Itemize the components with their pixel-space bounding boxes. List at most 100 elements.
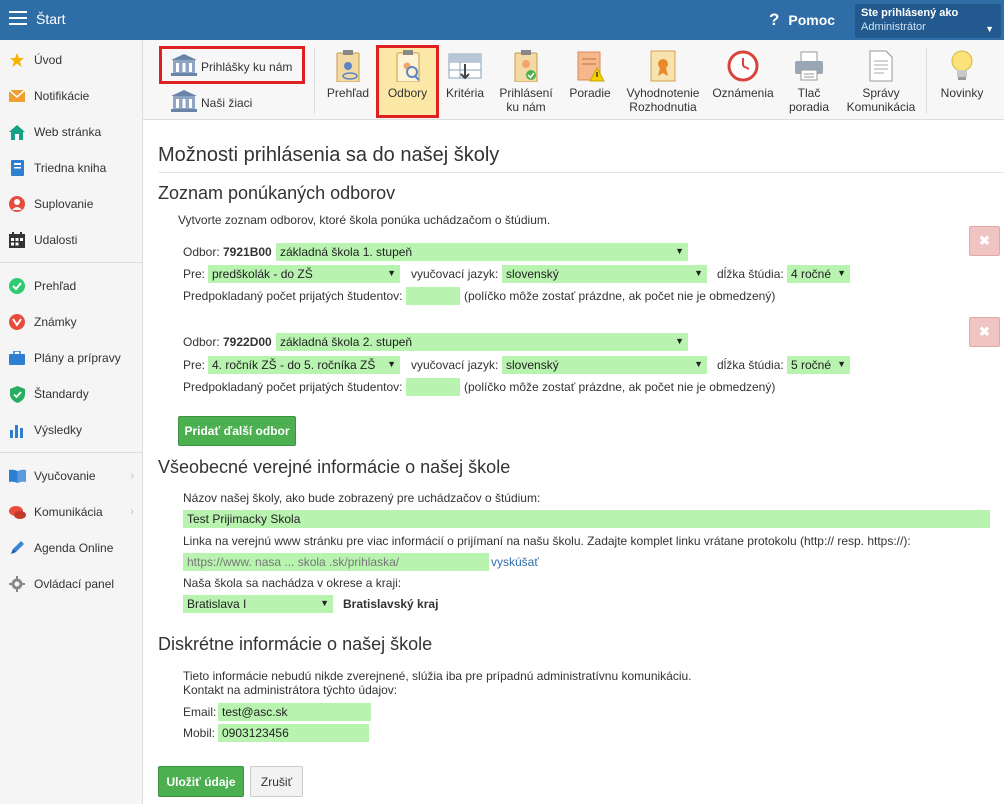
printer-icon (793, 50, 825, 82)
pre-label: Pre: (183, 267, 206, 281)
sidebar-item-label: Štandardy (34, 387, 89, 401)
chat-bubbles-icon (8, 503, 26, 521)
sidebar-item-triedna-kniha[interactable]: Triedna kniha (0, 150, 142, 186)
sidebar-item-label: Plány a prípravy (34, 351, 121, 365)
clipboard-check-icon (513, 50, 539, 83)
delete-odbor-button[interactable]: ✖ (969, 317, 1000, 347)
length-select[interactable]: 5 ročné (787, 356, 850, 374)
sidebar-item-uvod[interactable]: Úvod (0, 42, 142, 78)
sidebar-item-ovladaci-panel[interactable]: Ovládací panel (0, 566, 142, 602)
sidebar-item-vyucovanie[interactable]: Vyučovanie › (0, 458, 142, 494)
count-input[interactable] (406, 378, 460, 396)
sidebar-item-label: Suplovanie (34, 197, 94, 211)
cancel-button[interactable]: Zrušiť (250, 766, 303, 797)
toolbar-label: poradia (788, 100, 830, 114)
toolbar-vyhodnotenie-button[interactable]: Vyhodnotenie Rozhodnutia (622, 50, 704, 114)
sidebar-item-standardy[interactable]: Štandardy (0, 376, 142, 412)
user-menu[interactable]: Ste prihlásený ako Administrátor ▼ (855, 4, 1001, 38)
link-input[interactable]: https://www. nasa ... skola .sk/prihlask… (183, 553, 489, 571)
add-odbor-button[interactable]: Pridať ďalší odbor (178, 416, 296, 446)
link-label: Linka na verejnú www stránku pre viac in… (183, 534, 911, 548)
pre-label: Pre: (183, 358, 206, 372)
mobile-input[interactable]: 0903123456 (218, 724, 369, 742)
language-label: vyučovací jazyk: (411, 358, 499, 372)
toolbar-odbory-button[interactable]: Odbory (379, 50, 436, 100)
email-input[interactable]: test@asc.sk (218, 703, 371, 721)
toolbar-label: ku nám (506, 100, 546, 114)
toolbar-prihlaseni-button[interactable]: Prihlásení ku nám (496, 50, 556, 114)
language-select[interactable]: slovenský (502, 265, 707, 283)
odbor-name-select[interactable]: základná škola 1. stupeň (276, 243, 688, 261)
chevron-right-icon: › (130, 470, 134, 482)
school-name-input[interactable]: Test Prijimacky Skola (183, 510, 990, 528)
email-label: Email: (183, 705, 217, 719)
title-divider (158, 172, 1004, 173)
sidebar-item-label: Web stránka (34, 125, 102, 139)
sidebar-item-notifikacie[interactable]: Notifikácie (0, 78, 142, 114)
sidebar-item-udalosti[interactable]: Udalosti (0, 222, 142, 258)
toolbar-novinky-button[interactable]: Novinky (937, 50, 987, 100)
sidebar-item-plany[interactable]: Plány a prípravy (0, 340, 142, 376)
delete-odbor-button[interactable]: ✖ (969, 226, 1000, 256)
odbor-name-select[interactable]: základná škola 2. stupeň (276, 333, 688, 351)
sidebar-item-label: Ovládací panel (34, 577, 115, 591)
pre-select[interactable]: predškolák - do ZŠ (208, 265, 400, 283)
hamburger-menu-icon[interactable] (9, 11, 27, 25)
envelope-icon (8, 87, 26, 105)
bar-chart-icon (8, 421, 26, 439)
region-label: Naša škola sa nachádza v okrese a kraji: (183, 576, 402, 590)
try-link[interactable]: vyskúšať (491, 555, 539, 569)
toolbar-label: Komunikácia (846, 100, 916, 114)
briefcase-icon (8, 349, 26, 367)
count-hint: (políčko môže zostať prázdne, ak počet n… (464, 380, 776, 394)
help-button[interactable]: ? Pomoc (769, 10, 835, 30)
school-building-icon (171, 90, 197, 115)
sidebar-item-label: Úvod (34, 53, 63, 67)
sidebar-item-web-stranka[interactable]: Web stránka (0, 114, 142, 150)
clock-icon (727, 50, 759, 82)
toolbar-kriteria-button[interactable]: Kritéria (443, 50, 487, 100)
toolbar-oznamenia-button[interactable]: Oznámenia (711, 50, 775, 100)
nasi-ziaci-button[interactable]: Naši žiaci (171, 90, 252, 115)
sidebar-item-znamky[interactable]: Známky (0, 304, 142, 340)
toolbar-label: Odbory (387, 86, 428, 100)
check-circle-icon (8, 277, 26, 295)
toolbar-label: Tlač (797, 86, 821, 100)
prihlasky-label: Prihlášky ku nám (201, 59, 293, 74)
sidebar-item-label: Udalosti (34, 233, 78, 247)
prihlasky-ku-nam-button[interactable]: Prihlášky ku nám (171, 54, 292, 79)
document-warning-icon (575, 50, 605, 82)
sidebar-item-suplovanie[interactable]: Suplovanie (0, 186, 142, 222)
toolbar-prehlad-button[interactable]: Prehľad (325, 50, 371, 100)
top-bar: Štart ? Pomoc Ste prihlásený ako Adminis… (0, 0, 1004, 40)
language-select[interactable]: slovenský (502, 356, 707, 374)
toolbar-label: Rozhodnutia (629, 100, 697, 114)
sidebar-item-label: Známky (34, 315, 77, 329)
sidebar-item-komunikacia[interactable]: Komunikácia › (0, 494, 142, 530)
person-icon (8, 195, 26, 213)
pre-select[interactable]: 4. ročník ZŠ - do 5. ročníka ZŠ (208, 356, 400, 374)
clipboard-eye-icon (335, 50, 361, 83)
close-icon: ✖ (979, 233, 990, 248)
caret-down-icon: ▼ (985, 24, 994, 34)
toolbar-tlac-poradia-button[interactable]: Tlač poradia (786, 50, 832, 114)
home-icon (8, 123, 26, 141)
save-button[interactable]: Uložiť údaje (158, 766, 244, 797)
sidebar-item-agenda-online[interactable]: Agenda Online (0, 530, 142, 566)
toolbar-poradie-button[interactable]: Poradie (565, 50, 615, 100)
section-intro: Vytvorte zoznam odborov, ktoré škola pon… (178, 213, 551, 227)
length-label: dĺžka štúdia: (717, 267, 784, 281)
star-icon (8, 51, 26, 69)
toolbar-label: Správy (862, 86, 900, 100)
district-select[interactable]: Bratislava I (183, 595, 333, 613)
length-select[interactable]: 4 ročné (787, 265, 850, 283)
count-input[interactable] (406, 287, 460, 305)
sidebar-item-label: Komunikácia (34, 505, 103, 519)
toolbar-label: Prehľad (326, 86, 370, 100)
sidebar-item-vysledky[interactable]: Výsledky (0, 412, 142, 448)
toolbar-spravy-button[interactable]: Správy Komunikácia (843, 50, 919, 114)
pen-icon (8, 539, 26, 557)
sidebar-item-prehlad[interactable]: Prehľad (0, 268, 142, 304)
app-title[interactable]: Štart (36, 11, 66, 27)
admin-contact-text: Kontakt na administrátora týchto údajov: (183, 683, 398, 697)
